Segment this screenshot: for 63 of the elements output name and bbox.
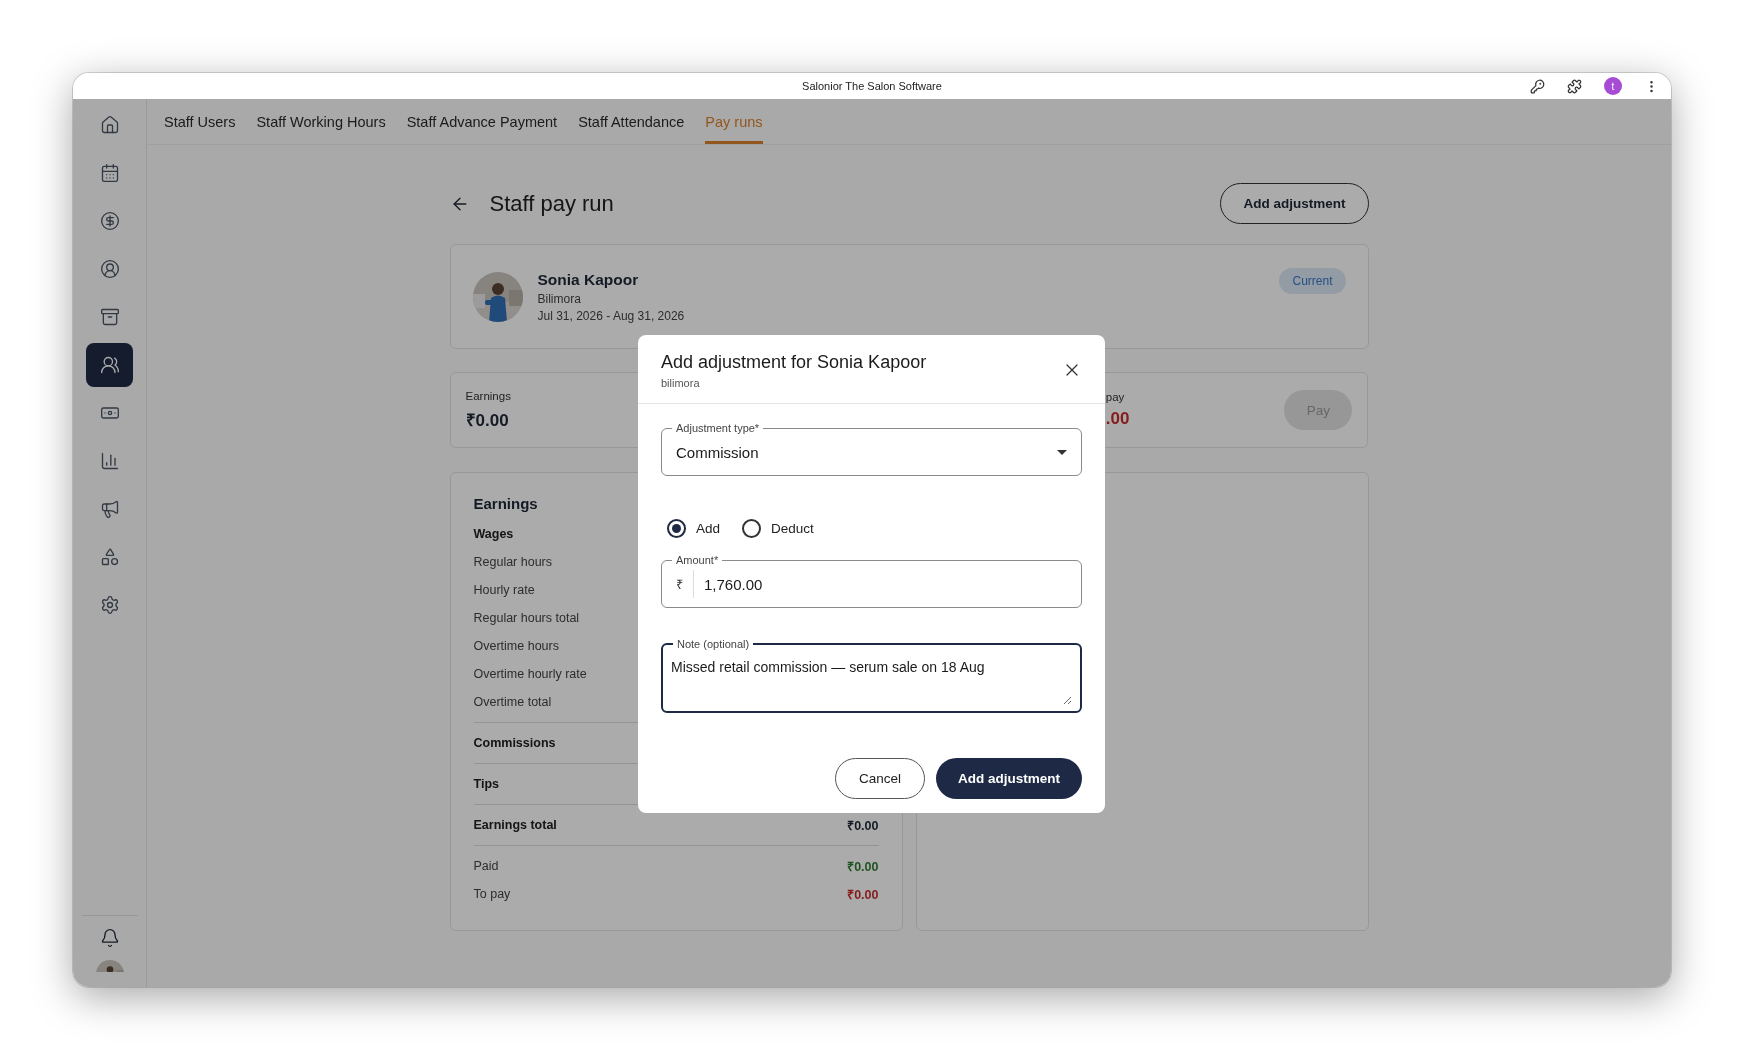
radio-icon[interactable] [667, 518, 686, 538]
field-value: Commission [676, 443, 759, 461]
dialog-title: Add adjustment for Sonia Kapoor [661, 352, 927, 373]
amount-input[interactable]: 1,760.00 [704, 575, 1067, 593]
puzzle-icon[interactable] [1567, 78, 1582, 94]
dialog-subtitle: bilimora [661, 377, 701, 389]
submit-button[interactable]: Add adjustment [936, 758, 1082, 799]
profile-avatar[interactable]: t [1604, 77, 1622, 95]
tab[interactable]: Staff Users [164, 99, 236, 144]
field-label: Amount* [672, 553, 723, 567]
row-label: To pay [473, 887, 511, 901]
window-title: Salonior The Salon Software [802, 80, 942, 92]
row-value: ₹0.00 [847, 886, 879, 903]
home-icon [99, 115, 120, 135]
settings-icon [99, 595, 120, 615]
megaphone-icon [99, 499, 120, 519]
card-title: Earnings [473, 495, 539, 512]
shapes-icon [99, 547, 120, 567]
staff-name: Sonia Kapoor [537, 270, 640, 289]
dollar-icon [99, 211, 120, 231]
row-label: Overtime hourly rate [473, 667, 587, 681]
field-label: Adjustment type* [672, 421, 764, 435]
row-label: Overtime hours [473, 639, 559, 653]
row-label: Earnings total [473, 818, 557, 832]
summary-value: .00 [1105, 409, 1130, 429]
row-label: Tips [473, 777, 499, 791]
summary-label: Earnings [465, 389, 511, 402]
tab[interactable]: Staff Advance Payment [406, 99, 558, 144]
archive-icon [99, 307, 120, 327]
chart-icon [99, 451, 120, 471]
radio-label: Deduct [771, 520, 814, 536]
pay-period: Jul 31, 2026 - Aug 31, 2026 [537, 308, 685, 323]
radio-option[interactable]: Add [667, 518, 721, 538]
row-label: Regular hours total [473, 611, 580, 625]
page-title: Staff pay run [489, 190, 614, 217]
summary-value: ₹0.00 [465, 409, 510, 431]
tab[interactable]: Staff Working Hours [256, 99, 386, 144]
user-icon [99, 259, 120, 279]
row-value: ₹0.00 [847, 817, 879, 834]
tab[interactable]: Staff Attendance [578, 99, 685, 144]
row-label: Regular hours [473, 555, 552, 569]
radio-option[interactable]: Deduct [742, 518, 814, 538]
field-label: Note (optional) [673, 637, 754, 651]
cancel-button[interactable]: Cancel [835, 758, 925, 799]
row-label: Wages [473, 527, 514, 541]
row-label: Overtime total [473, 695, 552, 709]
sidebar-item[interactable] [86, 343, 133, 387]
calendar-icon [99, 163, 120, 183]
add-adjustment-button[interactable]: Add adjustment [1220, 183, 1369, 224]
bell-icon[interactable] [99, 928, 120, 948]
row-label: Hourly rate [473, 583, 535, 597]
row-label: Paid [473, 859, 499, 873]
row-label: Commissions [473, 736, 556, 750]
key-icon[interactable] [1530, 78, 1545, 94]
staff-location: Bilimora [537, 291, 582, 306]
users-icon [99, 355, 120, 375]
radio-label: Add [696, 520, 721, 536]
summary-label: pay [1105, 391, 1126, 403]
status-badge: Current [1279, 268, 1346, 294]
radio-icon[interactable] [742, 518, 762, 538]
row-value: ₹0.00 [847, 858, 879, 875]
currency-prefix: ₹ [676, 570, 694, 598]
dropdown-caret-icon [1057, 449, 1067, 455]
